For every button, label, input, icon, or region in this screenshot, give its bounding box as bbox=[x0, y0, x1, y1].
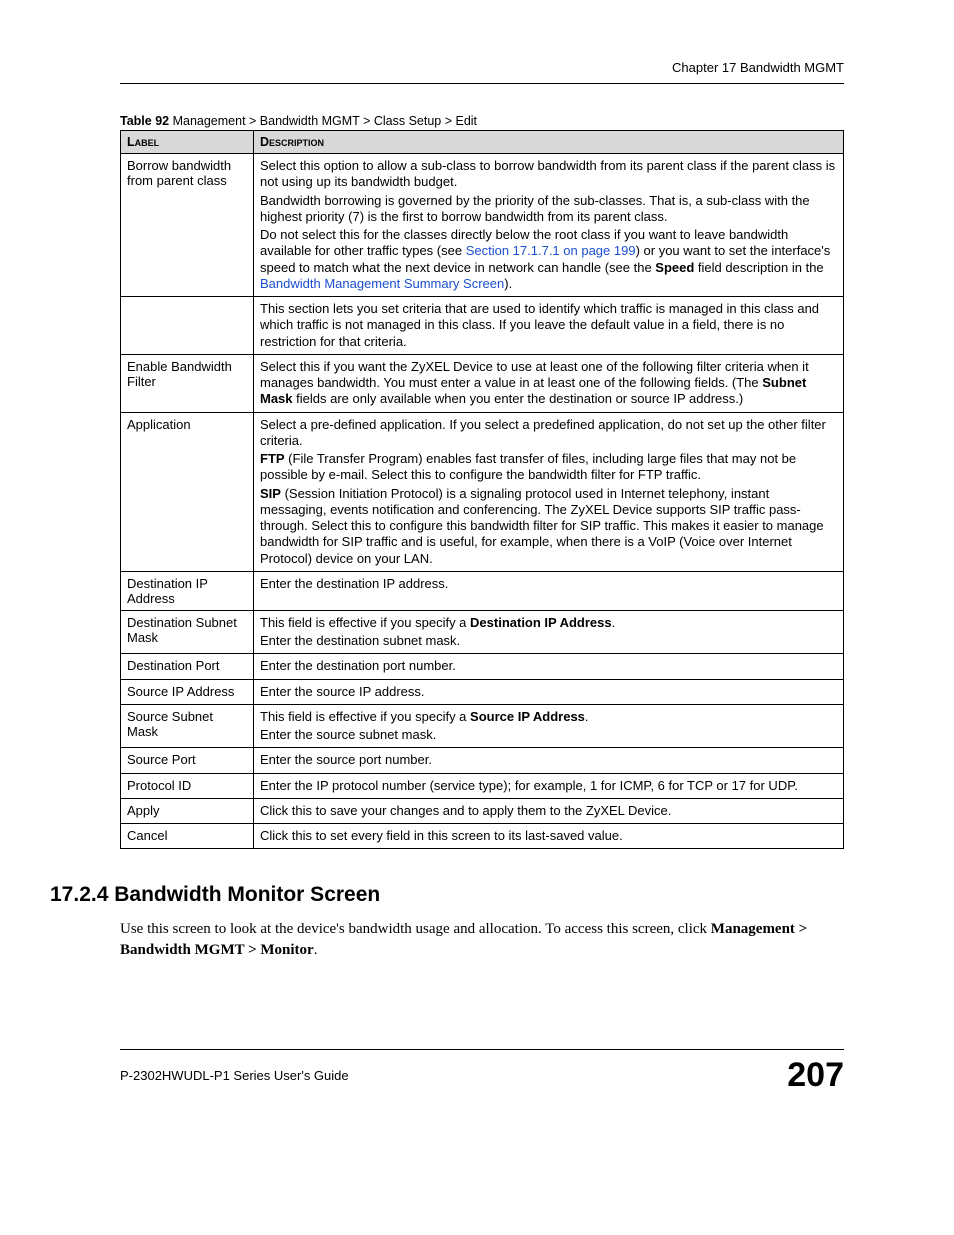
table-row: Destination Subnet Mask This field is ef… bbox=[121, 610, 844, 654]
row-desc: Select this option to allow a sub-class … bbox=[254, 154, 844, 297]
row-desc: Click this to set every field in this sc… bbox=[254, 824, 844, 849]
row-desc: Click this to save your changes and to a… bbox=[254, 798, 844, 823]
table-row: Borrow bandwidth from parent class Selec… bbox=[121, 154, 844, 297]
table-header-row: Label Description bbox=[121, 131, 844, 154]
bold-term: SIP bbox=[260, 486, 281, 501]
row-desc: Enter the destination port number. bbox=[254, 654, 844, 679]
table-caption-text: Management > Bandwidth MGMT > Class Setu… bbox=[169, 114, 477, 128]
page-footer: P-2302HWUDL-P1 Series User's Guide 207 bbox=[120, 1049, 844, 1095]
desc-para: This field is effective if you specify a… bbox=[260, 709, 837, 725]
table-row: Destination Port Enter the destination p… bbox=[121, 654, 844, 679]
col-label: Label bbox=[121, 131, 254, 154]
row-label: Destination IP Address bbox=[121, 571, 254, 610]
row-label: Application bbox=[121, 412, 254, 571]
body-paragraph: Use this screen to look at the device's … bbox=[120, 919, 844, 960]
desc-para: Enter the destination subnet mask. bbox=[260, 633, 837, 649]
desc-para: Enter the IP protocol number (service ty… bbox=[260, 778, 837, 794]
row-label: Enable Bandwidth Filter bbox=[121, 354, 254, 412]
chapter-header: Chapter 17 Bandwidth MGMT bbox=[120, 60, 844, 75]
row-label: Apply bbox=[121, 798, 254, 823]
table-row: Source Port Enter the source port number… bbox=[121, 748, 844, 773]
footer-guide-name: P-2302HWUDL-P1 Series User's Guide bbox=[120, 1068, 349, 1083]
row-label: Cancel bbox=[121, 824, 254, 849]
page: Chapter 17 Bandwidth MGMT Table 92 Manag… bbox=[0, 0, 954, 1135]
page-number: 207 bbox=[787, 1056, 844, 1095]
section-heading: 17.2.4 Bandwidth Monitor Screen bbox=[50, 883, 844, 907]
desc-para: Enter the source IP address. bbox=[260, 684, 837, 700]
desc-para: Click this to save your changes and to a… bbox=[260, 803, 837, 819]
row-desc: Enter the source IP address. bbox=[254, 679, 844, 704]
desc-para: Bandwidth borrowing is governed by the p… bbox=[260, 193, 837, 226]
table-caption: Table 92 Management > Bandwidth MGMT > C… bbox=[120, 114, 844, 128]
table-caption-label: Table 92 bbox=[120, 114, 169, 128]
xref-link[interactable]: Section 17.1.7.1 on page 199 bbox=[466, 243, 636, 258]
desc-para: Enter the source subnet mask. bbox=[260, 727, 837, 743]
row-label: Destination Port bbox=[121, 654, 254, 679]
row-label: Protocol ID bbox=[121, 773, 254, 798]
xref-link[interactable]: Bandwidth Management Summary Screen bbox=[260, 276, 504, 291]
row-label: Destination Subnet Mask bbox=[121, 610, 254, 654]
table-row: Apply Click this to save your changes an… bbox=[121, 798, 844, 823]
row-desc: Select a pre-defined application. If you… bbox=[254, 412, 844, 571]
row-label: Source Subnet Mask bbox=[121, 704, 254, 748]
row-label: Borrow bandwidth from parent class bbox=[121, 154, 254, 297]
table-row: Application Select a pre-defined applica… bbox=[121, 412, 844, 571]
row-desc: This field is effective if you specify a… bbox=[254, 704, 844, 748]
table-row: Protocol ID Enter the IP protocol number… bbox=[121, 773, 844, 798]
bold-term: FTP bbox=[260, 451, 285, 466]
table-row: Destination IP Address Enter the destina… bbox=[121, 571, 844, 610]
desc-para: FTP (File Transfer Program) enables fast… bbox=[260, 451, 837, 484]
row-desc: Select this if you want the ZyXEL Device… bbox=[254, 354, 844, 412]
row-label bbox=[121, 297, 254, 355]
desc-para: Do not select this for the classes direc… bbox=[260, 227, 837, 292]
table-row: Source Subnet Mask This field is effecti… bbox=[121, 704, 844, 748]
desc-para: Enter the destination port number. bbox=[260, 658, 837, 674]
row-label: Source Port bbox=[121, 748, 254, 773]
row-desc: Enter the source port number. bbox=[254, 748, 844, 773]
desc-para: Enter the source port number. bbox=[260, 752, 837, 768]
desc-para: This field is effective if you specify a… bbox=[260, 615, 837, 631]
col-description: Description bbox=[254, 131, 844, 154]
bold-term: Source IP Address bbox=[470, 709, 585, 724]
row-desc: Enter the IP protocol number (service ty… bbox=[254, 773, 844, 798]
bold-term: Destination IP Address bbox=[470, 615, 612, 630]
desc-para: Click this to set every field in this sc… bbox=[260, 828, 837, 844]
table-row: Cancel Click this to set every field in … bbox=[121, 824, 844, 849]
desc-para: Select this option to allow a sub-class … bbox=[260, 158, 837, 191]
desc-para: SIP (Session Initiation Protocol) is a s… bbox=[260, 486, 837, 567]
row-desc: This field is effective if you specify a… bbox=[254, 610, 844, 654]
desc-para: Select a pre-defined application. If you… bbox=[260, 417, 837, 450]
table-row: This section lets you set criteria that … bbox=[121, 297, 844, 355]
bold-term: Speed bbox=[655, 260, 694, 275]
desc-para: Enter the destination IP address. bbox=[260, 576, 837, 592]
footer-rule bbox=[120, 1049, 844, 1050]
desc-para: This section lets you set criteria that … bbox=[260, 301, 837, 350]
config-table: Label Description Borrow bandwidth from … bbox=[120, 130, 844, 849]
table-row: Enable Bandwidth Filter Select this if y… bbox=[121, 354, 844, 412]
desc-para: Select this if you want the ZyXEL Device… bbox=[260, 359, 837, 408]
header-rule bbox=[120, 83, 844, 84]
row-desc: This section lets you set criteria that … bbox=[254, 297, 844, 355]
row-desc: Enter the destination IP address. bbox=[254, 571, 844, 610]
row-label: Source IP Address bbox=[121, 679, 254, 704]
table-row: Source IP Address Enter the source IP ad… bbox=[121, 679, 844, 704]
